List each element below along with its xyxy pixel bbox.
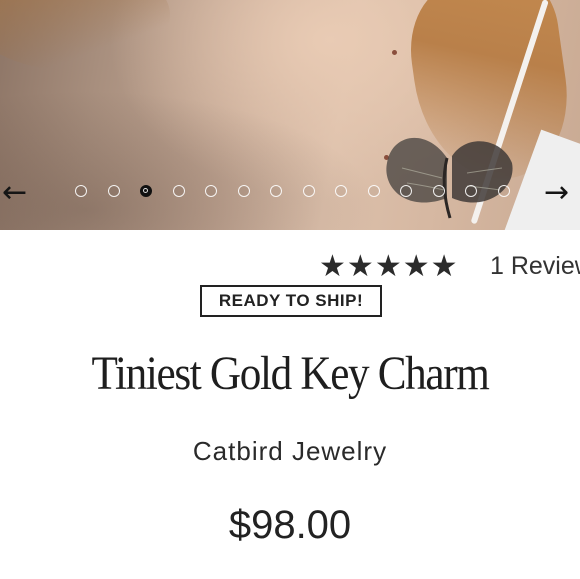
gallery-dot[interactable] (497, 185, 510, 197)
product-price: $98.00 (228, 503, 352, 547)
star-icon: ★ (374, 249, 403, 284)
gallery-dot[interactable] (367, 185, 380, 197)
image-detail (392, 50, 397, 55)
gallery-dot[interactable] (75, 185, 87, 197)
ready-to-ship-badge: READY TO SHIP! (200, 285, 382, 317)
product-brand[interactable]: Catbird Jewelry (0, 433, 580, 469)
review-count-link[interactable]: 1 Review (490, 250, 580, 282)
gallery-dot[interactable] (107, 185, 120, 197)
star-icon: ★ (346, 249, 375, 284)
gallery-dot[interactable] (432, 185, 445, 197)
gallery-dot[interactable] (465, 185, 477, 197)
product-title: Tiniest Gold Key Charm (91, 347, 489, 400)
rating-stars[interactable]: ★★★★★ (319, 249, 459, 285)
gallery-dot[interactable] (205, 185, 217, 197)
gallery-dot[interactable] (400, 185, 412, 197)
arrow-left-icon[interactable]: ← (2, 178, 44, 208)
gallery-dot[interactable] (270, 185, 282, 197)
gallery-dot[interactable] (335, 185, 347, 197)
product-image-gallery[interactable]: ← → (0, 0, 580, 230)
gallery-dot[interactable] (140, 185, 152, 197)
gallery-dot[interactable] (302, 185, 315, 197)
gallery-dot[interactable] (237, 185, 250, 197)
star-icon: ★ (319, 249, 347, 284)
butterfly-tattoo-image (386, 137, 513, 219)
gallery-dot[interactable] (172, 185, 185, 197)
arrow-right-icon[interactable]: → (544, 178, 580, 208)
star-icon: ★ (402, 249, 431, 284)
image-hair (0, 0, 170, 70)
image-shadow (0, 90, 380, 230)
star-icon: ★ (430, 249, 459, 284)
